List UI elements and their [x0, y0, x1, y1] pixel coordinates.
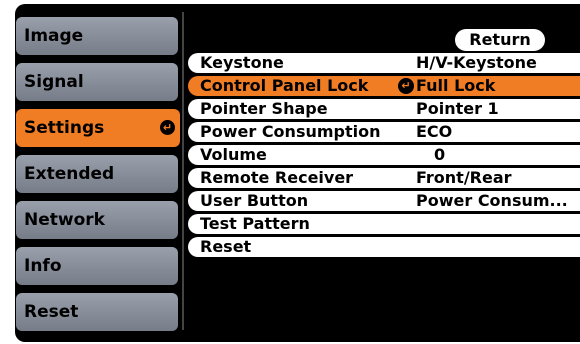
setting-row-pointer-shape[interactable]: Pointer Shape Pointer 1 — [188, 99, 580, 119]
setting-value: Pointer 1 — [416, 99, 499, 118]
setting-label: Remote Receiver — [200, 168, 354, 187]
setting-label: Pointer Shape — [200, 99, 328, 118]
menu-item-label: Signal — [24, 72, 84, 92]
setting-row-power-consumption[interactable]: Power Consumption ECO — [188, 122, 580, 142]
menu-item-label: Extended — [24, 164, 115, 184]
setting-row-user-button[interactable]: User Button Power Consum... — [188, 191, 580, 211]
divider-line — [182, 12, 184, 330]
setting-value: ECO — [416, 122, 453, 141]
menu-item-label: Settings — [24, 118, 105, 138]
setting-label: Power Consumption — [200, 122, 381, 141]
return-button[interactable]: Return — [455, 29, 545, 51]
setting-label: Test Pattern — [200, 214, 310, 233]
setting-label: Volume — [200, 145, 267, 164]
menu-item-info[interactable]: Info — [16, 247, 178, 285]
menu-item-label: Info — [24, 256, 62, 276]
setting-row-test-pattern[interactable]: Test Pattern — [188, 214, 580, 234]
setting-value: Front/Rear — [416, 168, 512, 187]
setting-value: 0 — [434, 145, 446, 164]
setting-row-volume[interactable]: Volume 0 — [188, 145, 580, 165]
setting-row-control-panel-lock[interactable]: Control Panel Lock ↵ Full Lock — [188, 76, 580, 96]
menu-item-reset[interactable]: Reset — [16, 293, 178, 331]
setting-row-remote-receiver[interactable]: Remote Receiver Front/Rear — [188, 168, 580, 188]
enter-icon: ↵ — [398, 78, 414, 94]
menu-item-label: Network — [24, 210, 105, 230]
menu-item-signal[interactable]: Signal — [16, 63, 178, 101]
setting-row-keystone[interactable]: Keystone H/V-Keystone — [188, 53, 580, 73]
setting-label: Keystone — [200, 53, 284, 72]
menu-item-extended[interactable]: Extended — [16, 155, 178, 193]
menu-item-label: Image — [24, 26, 84, 46]
setting-label: Control Panel Lock — [200, 76, 369, 95]
menu-item-image[interactable]: Image — [16, 17, 178, 55]
menu-item-settings[interactable]: Settings ↵ — [16, 109, 180, 147]
setting-value: Full Lock — [416, 76, 496, 95]
enter-icon: ↵ — [160, 120, 175, 135]
setting-value: H/V-Keystone — [416, 53, 537, 72]
setting-value: Power Consum... — [416, 191, 568, 210]
setting-label: User Button — [200, 191, 309, 210]
setting-label: Reset — [200, 237, 252, 256]
menu-item-network[interactable]: Network — [16, 201, 178, 239]
setting-row-reset[interactable]: Reset — [188, 237, 580, 257]
menu-item-label: Reset — [24, 302, 79, 322]
